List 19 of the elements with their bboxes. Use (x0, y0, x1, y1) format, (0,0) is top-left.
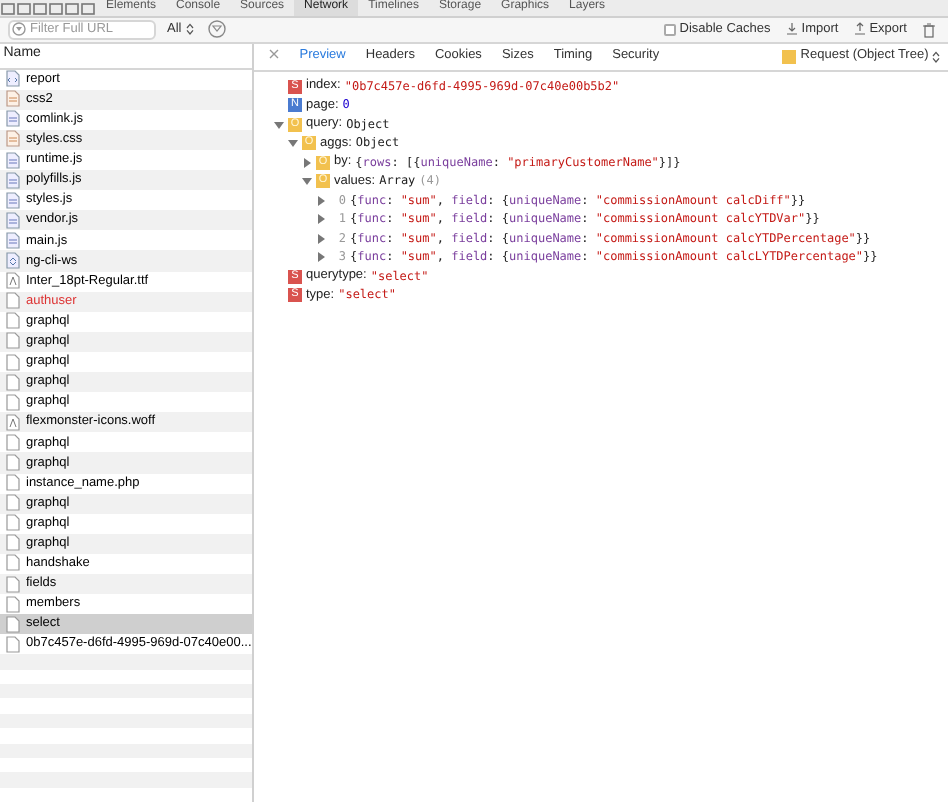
disclosure-triangle[interactable] (300, 175, 312, 188)
clear-button[interactable] (918, 21, 940, 38)
trash-icon (922, 21, 936, 38)
disclosure-triangle[interactable] (272, 118, 284, 131)
updown-icon (932, 49, 941, 64)
disclosure-triangle[interactable] (314, 213, 326, 226)
filter-icon (208, 20, 227, 39)
disclosure-triangle[interactable] (314, 232, 326, 245)
disclosure-triangle[interactable] (314, 251, 326, 264)
object-icon (782, 49, 797, 64)
disclosure-triangle[interactable] (314, 194, 326, 207)
disclosure-triangle[interactable] (286, 137, 298, 150)
filter-icon (12, 22, 26, 37)
filter-button[interactable] (204, 20, 231, 39)
close-icon (267, 48, 280, 61)
upload-icon (853, 22, 866, 37)
disclosure-triangle[interactable] (300, 156, 312, 169)
download-icon (785, 22, 798, 37)
updown-icon (185, 22, 194, 37)
